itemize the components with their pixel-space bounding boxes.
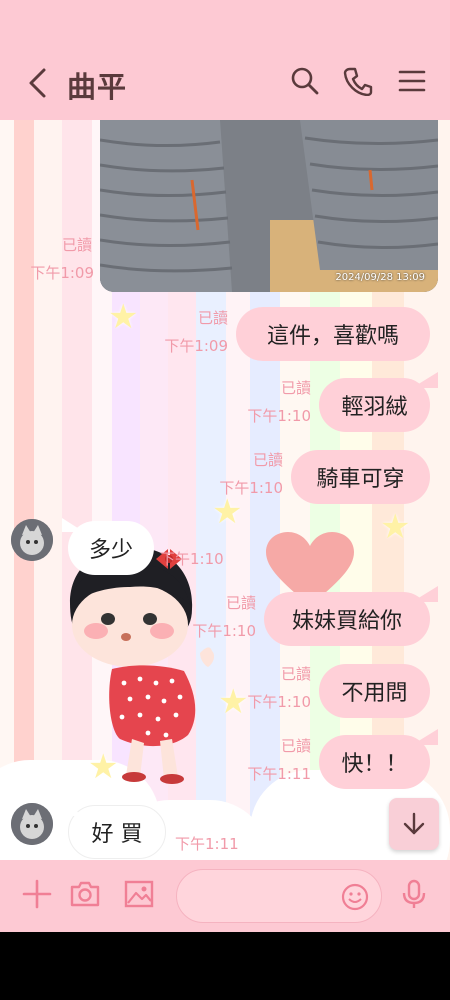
message-time: 下午1:09 [30,264,94,282]
plus-icon[interactable] [21,878,53,910]
outgoing-message[interactable]: 不用問 [319,664,430,718]
jacket-photo [100,120,438,292]
message-time: 下午1:09 [164,337,228,355]
read-receipt: 已讀 [280,665,311,683]
avatar-image [11,803,53,845]
arrow-down-icon [403,812,425,835]
menu-icon[interactable] [397,66,427,96]
read-receipt: 已讀 [280,737,311,755]
search-icon[interactable] [290,66,320,96]
outgoing-message[interactable]: 騎車可穿 [291,450,430,504]
chat-header: 曲平 [0,0,450,120]
avatar-image [11,519,53,561]
bubble-tail [412,372,438,388]
message-time: 下午1:11 [247,765,311,783]
outgoing-message[interactable]: 妹妹買給你 [264,592,430,646]
system-navigation-bar [0,932,450,1000]
bubble-tail [412,586,438,602]
message-time: 下午1:10 [247,693,311,711]
emoji-icon[interactable] [340,882,370,912]
read-receipt: 已讀 [197,309,228,327]
bubble-tail [412,729,438,745]
star-decoration: ★ [108,297,139,337]
mic-icon[interactable] [398,878,430,910]
contact-avatar[interactable] [11,519,53,561]
sticker-character [70,547,215,784]
chat-title[interactable]: 曲平 [67,64,127,106]
message-time: 下午1:11 [175,835,239,853]
star-decoration: ★ [212,492,243,532]
read-receipt: 已讀 [280,379,311,397]
read-receipt: 已讀 [61,236,92,254]
photo-message[interactable]: 2024/09/28 13:09 [100,120,438,292]
message-time: 下午1:10 [219,479,283,497]
message-time: 下午1:10 [160,550,224,568]
scroll-to-bottom-button[interactable] [389,798,439,850]
contact-avatar[interactable] [11,803,53,845]
star-decoration: ★ [380,507,411,547]
read-receipt: 已讀 [225,594,256,612]
message-time: 下午1:10 [247,407,311,425]
image-icon[interactable] [123,878,155,910]
bubble-tail [62,802,84,816]
message-time: 下午1:10 [192,622,256,640]
outgoing-message[interactable]: 這件，喜歡嗎 [236,307,430,361]
bubble-tail [62,518,84,532]
back-icon[interactable] [24,66,52,100]
camera-icon[interactable] [69,878,101,910]
read-receipt: 已讀 [252,451,283,469]
phone-icon[interactable] [343,66,373,96]
chat-screen: 曲平 ★ ★ ★ ★ ★ 2024/09/28 13:09 已讀 下午1:09 … [0,0,450,932]
photo-timestamp: 2024/09/28 13:09 [335,272,425,283]
message-input[interactable] [195,882,345,912]
